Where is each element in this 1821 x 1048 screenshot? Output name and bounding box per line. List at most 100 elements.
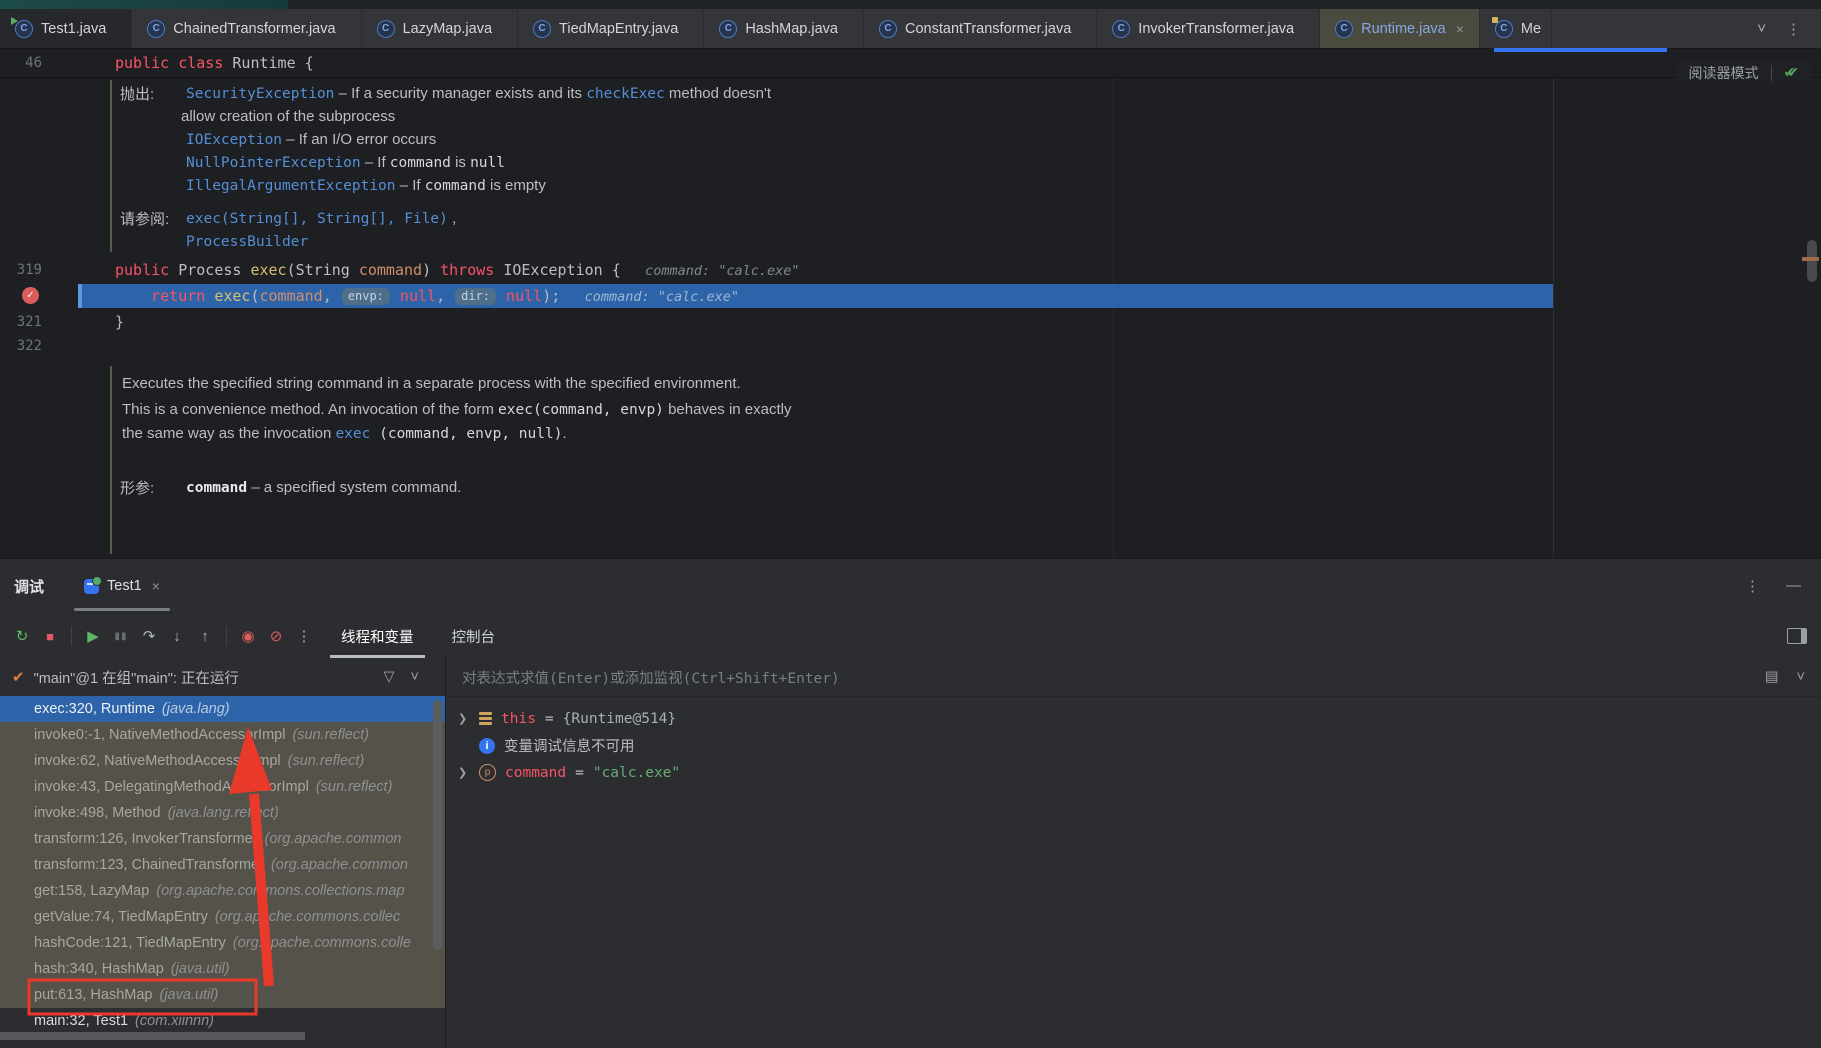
stack-frame[interactable]: getValue:74, TiedMapEntry (org.apache.co…: [0, 904, 445, 930]
stack-frame[interactable]: invoke:498, Method (java.lang.reflect): [0, 800, 445, 826]
layout-settings-icon[interactable]: [1787, 628, 1807, 644]
tab-threads-variables[interactable]: 线程和变量: [326, 614, 429, 658]
code-line-319[interactable]: 319 public Process exec(String command) …: [0, 258, 1821, 282]
expand-chevron-icon[interactable]: ❯: [458, 766, 470, 779]
code-line-322[interactable]: 322: [0, 334, 1821, 358]
editor-tab-label: Runtime.java: [1361, 20, 1446, 37]
frames-filter-funnel-icon[interactable]: ▽: [383, 669, 394, 685]
stack-frame[interactable]: get:158, LazyMap (org.apache.commons.col…: [0, 878, 445, 904]
editor-tab[interactable]: Test1.java: [0, 9, 133, 48]
doc-token: – a specified system command.: [247, 479, 462, 496]
doc-token: SecurityException: [186, 86, 335, 102]
doc-link[interactable]: ProcessBuilder: [186, 234, 308, 250]
session-tab-close-icon[interactable]: ×: [152, 578, 160, 594]
class-icon: [533, 19, 552, 38]
frame-location: get:158, LazyMap: [34, 883, 150, 899]
doc-link[interactable]: exec(String[], String[], File): [186, 211, 448, 227]
editor-tab[interactable]: TiedMapEntry.java: [518, 9, 705, 48]
variable-row-command[interactable]: ❯ p command = "calc.exe": [446, 759, 1821, 786]
rerun-debug-icon[interactable]: ↻: [8, 623, 36, 649]
stack-frame[interactable]: invoke0:-1, NativeMethodAccessorImpl (su…: [0, 722, 445, 748]
window-top-strip: [0, 0, 1821, 9]
doc-token: – If: [360, 154, 390, 171]
line-number[interactable]: 321: [0, 314, 78, 330]
stack-frame[interactable]: transform:123, ChainedTransformer (org.a…: [0, 852, 445, 878]
code-token: dir:: [455, 288, 497, 305]
stack-frame[interactable]: exec:320, Runtime (java.lang): [0, 696, 445, 722]
doc-token: checkExec: [586, 86, 665, 102]
view-breakpoints-icon[interactable]: ◉: [234, 623, 262, 649]
editor-tab[interactable]: ChainedTransformer.java: [132, 9, 362, 48]
editor-tab[interactable]: InvokerTransformer.java: [1097, 9, 1321, 48]
stack-frame[interactable]: put:613, HashMap (java.util): [0, 982, 445, 1008]
step-out-icon[interactable]: ↑: [191, 623, 219, 649]
doc-token: Executes the specified string command in…: [122, 375, 741, 392]
object-value-icon: [479, 712, 492, 725]
doc-token: exec: [335, 426, 371, 442]
scrollbar-warning-stripe[interactable]: [1802, 257, 1819, 261]
tab-options-kebab-icon[interactable]: ⋮: [1786, 20, 1801, 38]
debug-session-icon: [84, 575, 103, 594]
frames-horizontal-scrollbar[interactable]: [0, 1032, 305, 1040]
variable-name: command: [505, 764, 567, 781]
reader-mode-widget[interactable]: 阅读器模式 ✔✔: [1676, 59, 1811, 86]
frame-location: transform:123, ChainedTransformer: [34, 857, 264, 873]
doc-token: the same way as the invocation: [122, 425, 336, 442]
line-number[interactable]: 322: [0, 338, 78, 354]
evaluate-expression-input[interactable]: 对表达式求值(Enter)或添加监视(Ctrl+Shift+Enter) ▤ ˅: [446, 658, 1821, 697]
thread-selector[interactable]: ✔ "main"@1 在组"main": 正在运行 ▽ ˅: [0, 658, 445, 696]
tab-close-icon[interactable]: ×: [1456, 21, 1464, 37]
breakpoint-icon[interactable]: ✓: [22, 287, 39, 304]
tab-console[interactable]: 控制台: [437, 614, 511, 658]
editor-tab[interactable]: HashMap.java: [704, 9, 864, 48]
class-icon: [11, 16, 33, 38]
doc-token: method doesn't: [664, 85, 772, 102]
code-line-321[interactable]: 321 }: [0, 310, 1821, 334]
code-line-320-execution-point[interactable]: ✓ return exec(command, envp: null, dir: …: [0, 284, 1821, 308]
resume-icon[interactable]: ▶: [79, 623, 107, 649]
eval-expand-chevron-icon[interactable]: ˅: [1797, 669, 1805, 685]
editor-tab[interactable]: Runtime.java ×: [1320, 9, 1480, 48]
editor-scrollbar-thumb[interactable]: [1807, 240, 1817, 282]
debug-header-kebab-icon[interactable]: ⋮: [1745, 577, 1760, 595]
step-into-icon[interactable]: ↓: [163, 623, 191, 649]
sticky-line[interactable]: 46 public class Runtime {: [0, 49, 1821, 78]
editor-tab[interactable]: Me: [1480, 9, 1552, 48]
stack-frame[interactable]: main:32, Test1 (com.xiinnn): [0, 1008, 445, 1034]
line-number[interactable]: 319: [0, 262, 78, 278]
stack-frame[interactable]: invoke:62, NativeMethodAccessorImpl (sun…: [0, 748, 445, 774]
code-token: throws: [440, 261, 504, 279]
doc-token: (command, envp, null): [370, 426, 563, 442]
stack-frame[interactable]: hashCode:121, TiedMapEntry (org.apache.c…: [0, 930, 445, 956]
doc-throws-label: 抛出:: [120, 86, 155, 103]
stack-frame[interactable]: hash:340, HashMap (java.util): [0, 956, 445, 982]
expand-chevron-icon[interactable]: ❯: [458, 712, 470, 725]
mute-breakpoints-icon[interactable]: ⊘: [262, 623, 290, 649]
stop-icon[interactable]: ■: [36, 623, 64, 649]
toolbar-kebab-icon[interactable]: ⋮: [290, 623, 318, 649]
variable-row-this[interactable]: ❯ this = {Runtime@514}: [446, 705, 1821, 732]
class-icon: [719, 19, 738, 38]
editor-tab[interactable]: ConstantTransformer.java: [864, 9, 1098, 48]
debug-session-tab[interactable]: Test1 ×: [72, 559, 172, 613]
editor-tab-label: ConstantTransformer.java: [905, 20, 1072, 37]
tab-list-chevron-icon[interactable]: ˅: [1757, 20, 1766, 37]
stack-frame[interactable]: invoke:43, DelegatingMethodAccessorImpl …: [0, 774, 445, 800]
reader-mode-label[interactable]: 阅读器模式: [1689, 63, 1759, 83]
code-token: Process: [178, 261, 251, 279]
frame-package: (java.lang.reflect): [167, 805, 279, 821]
pause-icon[interactable]: ▮▮: [107, 623, 135, 649]
frame-location: hash:340, HashMap: [34, 961, 164, 977]
editor-tab-label: ChainedTransformer.java: [173, 20, 336, 37]
frame-package: (org.apache.common: [264, 831, 402, 847]
step-over-icon[interactable]: ↷: [135, 623, 163, 649]
hide-panel-icon[interactable]: —: [1786, 577, 1801, 595]
frames-vertical-scrollbar[interactable]: [433, 700, 442, 950]
doc-token: This is a convenience method. An invocat…: [122, 401, 499, 418]
thread-dropdown-chevron-icon[interactable]: ˅: [411, 669, 419, 685]
editor-tab[interactable]: LazyMap.java: [362, 9, 519, 48]
doc-link[interactable]: ,: [448, 210, 456, 227]
stack-frame[interactable]: transform:126, InvokerTransformer (org.a…: [0, 826, 445, 852]
doc-token: allow creation of the subprocess: [181, 108, 396, 125]
eval-history-icon[interactable]: ▤: [1765, 669, 1779, 685]
